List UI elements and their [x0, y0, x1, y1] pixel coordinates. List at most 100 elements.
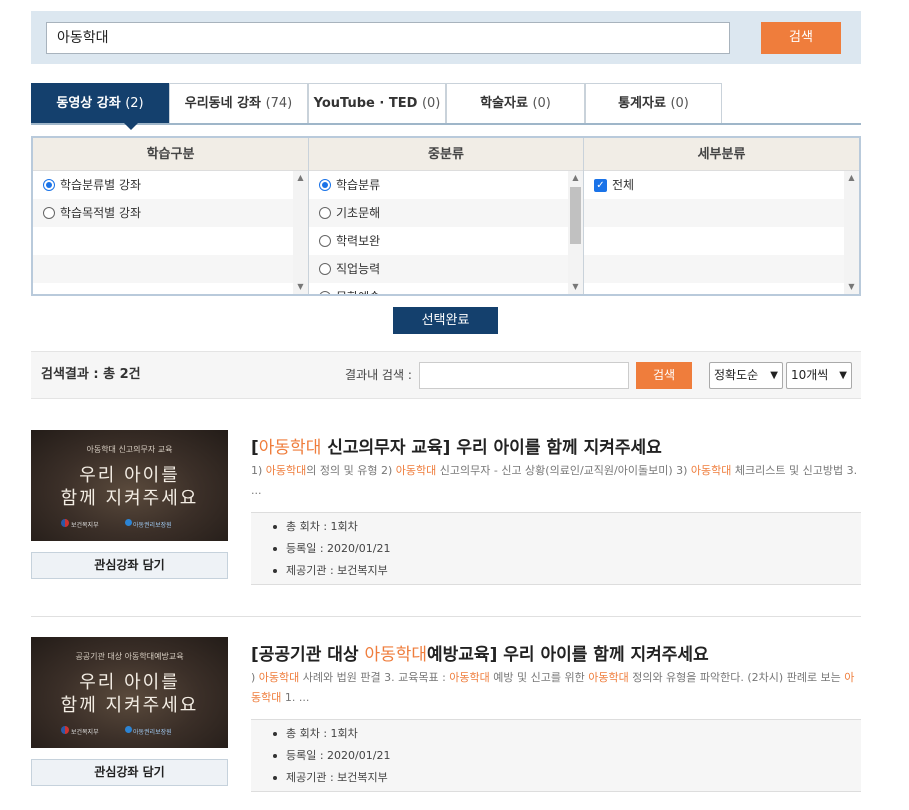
desc-highlight: 아동학대: [395, 464, 437, 477]
meta-text: 제공기관 : 보건복지부: [286, 771, 388, 784]
radio-icon[interactable]: [319, 291, 331, 294]
ministry-emblem-icon: [61, 519, 69, 527]
title-highlight: 아동학대: [364, 645, 428, 665]
tab-youtube-ted[interactable]: YouTube · TED (0): [308, 83, 446, 123]
tab-video-lectures[interactable]: 동영상 강좌 (2): [31, 83, 169, 123]
tab-count: (0): [670, 96, 689, 111]
agency-logo-icon: [125, 519, 132, 526]
meta-sessions: 총 회차 : 1회차: [273, 516, 861, 538]
option-label: 직업능력: [336, 262, 381, 276]
tab-local-lectures[interactable]: 우리동네 강좌 (74): [169, 83, 308, 123]
checkbox-checked-icon[interactable]: ✓: [594, 178, 607, 192]
category-list[interactable]: 학습분류별 강좌 학습목적별 강좌 ▲ ▼: [33, 171, 308, 294]
meta-text: 등록일 : 2020/01/21: [286, 542, 391, 555]
lecture-description: ) 아동학대 사례와 법원 판결 3. 교육목표 : 아동학대 예방 및 신고를…: [251, 668, 861, 708]
tab-statistics[interactable]: 통계자료 (0): [585, 83, 722, 123]
option-label: 전체: [612, 178, 635, 192]
category-list[interactable]: ✓ 전체 ▲ ▼: [584, 171, 859, 294]
empty-row: [584, 283, 859, 294]
radio-selected-icon[interactable]: [43, 179, 55, 191]
category-option[interactable]: ✓ 전체: [584, 171, 859, 199]
bullet-icon: [273, 569, 277, 573]
category-list[interactable]: 학습분류 기초문해 학력보완 직업능력 문화예술 ▲ ▼: [309, 171, 583, 294]
category-option[interactable]: 학력보완: [309, 227, 583, 255]
tab-label: 동영상 강좌: [56, 96, 121, 111]
desc-highlight: 아동학대: [258, 671, 300, 684]
bullet-icon: [273, 732, 277, 736]
thumbnail-title-line: 함께 지켜주세요: [60, 695, 199, 716]
radio-icon[interactable]: [319, 235, 331, 247]
thumbnail-logo-text: 보건복지부: [71, 729, 99, 736]
lecture-title-link[interactable]: [아동학대 신고의무자 교육] 우리 아이를 함께 지켜주세요: [251, 433, 861, 458]
agency-logo-icon: [125, 726, 132, 733]
category-option[interactable]: 학습목적별 강좌: [33, 199, 308, 227]
add-to-favorites-button[interactable]: 관심강좌 담기: [31, 759, 228, 786]
tab-academic[interactable]: 학술자료 (0): [446, 83, 585, 123]
tab-label: 우리동네 강좌: [184, 96, 262, 111]
thumbnail-title-line: 함께 지켜주세요: [60, 488, 199, 509]
category-option[interactable]: 직업능력: [309, 255, 583, 283]
select-done-button[interactable]: 선택완료: [393, 307, 498, 334]
category-option[interactable]: 학습분류: [309, 171, 583, 199]
tab-count: (0): [421, 96, 441, 111]
thumbnail-caption: 공공기관 대상 아동학대예방교육: [75, 652, 184, 661]
in-result-search-input[interactable]: [419, 362, 629, 389]
radio-selected-icon[interactable]: [319, 179, 331, 191]
lecture-title-link[interactable]: [공공기관 대상 아동학대예방교육] 우리 아이를 함께 지켜주세요: [251, 640, 861, 665]
radio-icon[interactable]: [319, 263, 331, 275]
result-tabs: 동영상 강좌 (2) 우리동네 강좌 (74) YouTube · TED (0…: [31, 83, 861, 130]
in-result-search-label: 결과내 검색 :: [345, 368, 412, 382]
category-column-detail: 세부분류 ✓ 전체 ▲ ▼: [584, 138, 859, 294]
scroll-down-arrow-icon[interactable]: ▼: [293, 280, 308, 294]
scroll-down-arrow-icon[interactable]: ▼: [844, 280, 859, 294]
desc-text: 정의와 유형을 파악한다. (2차시) 판례로 보는: [628, 671, 845, 684]
category-column-mid: 중분류 학습분류 기초문해 학력보완 직업능력 문화예술 ▲ ▼: [309, 138, 584, 294]
search-button[interactable]: 검색: [761, 22, 841, 54]
desc-text: 1. ...: [281, 691, 310, 704]
thumbnail-caption: 아동학대 신고의무자 교육: [86, 445, 173, 454]
sort-select[interactable]: 정확도순 ▼: [709, 362, 783, 389]
meta-date: 등록일 : 2020/01/21: [273, 745, 861, 767]
desc-highlight: 아동학대: [588, 671, 629, 684]
category-option[interactable]: 기초문해: [309, 199, 583, 227]
per-page-select[interactable]: 10개씩 ▼: [786, 362, 852, 389]
ministry-emblem-icon: [61, 726, 69, 734]
bullet-icon: [273, 754, 277, 758]
thumbnail-logo-text: 아동권리보장원: [133, 522, 172, 529]
tab-count: (74): [265, 96, 293, 111]
empty-row: [584, 199, 859, 227]
tab-count: (0): [532, 96, 551, 111]
scroll-down-arrow-icon[interactable]: ▼: [568, 280, 583, 294]
category-option[interactable]: 문화예술: [309, 283, 583, 294]
meta-text: 제공기관 : 보건복지부: [286, 564, 388, 577]
add-to-favorites-button[interactable]: 관심강좌 담기: [31, 552, 228, 579]
bullet-icon: [273, 547, 277, 551]
scroll-up-arrow-icon[interactable]: ▲: [844, 171, 859, 185]
option-label: 학습목적별 강좌: [60, 206, 142, 220]
title-highlight: 아동학대: [258, 438, 322, 458]
scroll-up-arrow-icon[interactable]: ▲: [568, 171, 583, 185]
desc-highlight: 아동학대: [690, 464, 732, 477]
meta-text: 총 회차 : 1회차: [286, 727, 358, 740]
in-result-search-button[interactable]: 검색: [636, 362, 692, 389]
scrollbar[interactable]: ▲ ▼: [293, 171, 308, 294]
per-page-select-value: 10개씩: [791, 368, 829, 382]
bullet-icon: [273, 776, 277, 780]
scrollbar[interactable]: ▲ ▼: [844, 171, 859, 294]
search-input[interactable]: 아동학대: [46, 22, 730, 54]
category-option[interactable]: 학습분류별 강좌: [33, 171, 308, 199]
radio-icon[interactable]: [43, 207, 55, 219]
empty-row: [584, 227, 859, 255]
scroll-up-arrow-icon[interactable]: ▲: [293, 171, 308, 185]
scrollbar-thumb[interactable]: [570, 187, 581, 244]
desc-text: 사례와 법원 판결 3. 교육목표 :: [299, 671, 450, 684]
lecture-thumbnail[interactable]: 공공기관 대상 아동학대예방교육 우리 아이를 함께 지켜주세요 보건복지부 아…: [31, 637, 228, 748]
lecture-thumbnail[interactable]: 아동학대 신고의무자 교육 우리 아이를 함께 지켜주세요 보건복지부 아동권리…: [31, 430, 228, 541]
desc-text: ): [251, 671, 259, 684]
tab-label: 학술자료: [480, 96, 528, 111]
title-text: [: [251, 438, 259, 458]
column-header: 학습구분: [33, 138, 308, 171]
scrollbar[interactable]: ▲ ▼: [568, 171, 583, 294]
option-label: 학력보완: [336, 234, 381, 248]
radio-icon[interactable]: [319, 207, 331, 219]
